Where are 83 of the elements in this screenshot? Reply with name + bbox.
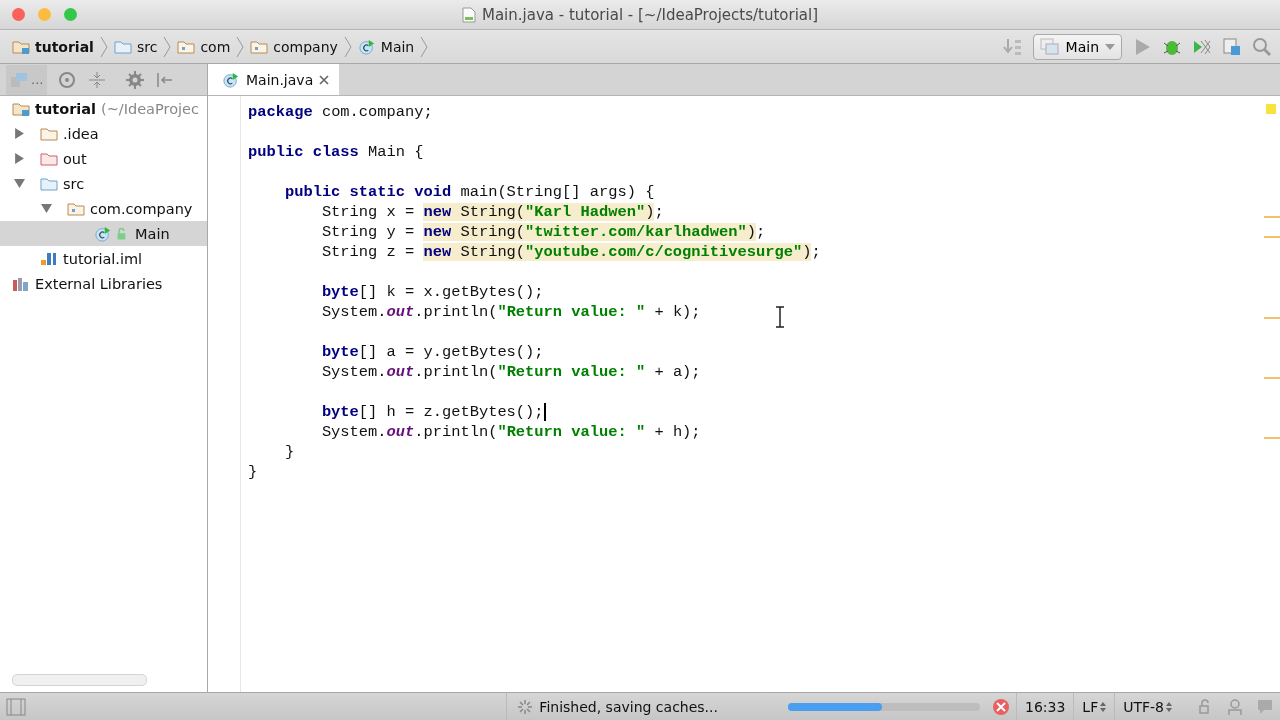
library-icon — [12, 275, 30, 292]
tree-item[interactable]: src — [0, 171, 207, 196]
code-line: System.out.println("Return value: " + k); — [320, 302, 701, 322]
collapse-arrow-icon[interactable] — [41, 203, 52, 214]
code-line: public static void main(String[] args) { — [283, 182, 655, 202]
target-icon[interactable] — [57, 69, 78, 90]
caret-position[interactable]: 16:33 — [1015, 693, 1074, 720]
scrollbar[interactable] — [12, 674, 147, 686]
project-structure-icon[interactable] — [1222, 36, 1242, 57]
module-file-icon — [40, 250, 58, 267]
status-message: Finished, saving caches... — [539, 698, 718, 715]
chevron-icon — [236, 35, 245, 58]
close-icon[interactable] — [319, 74, 330, 85]
code-line: package com.company; — [248, 102, 433, 122]
tree-item[interactable]: tutorial (~/IdeaProjec — [0, 96, 207, 121]
folder-icon — [40, 125, 58, 142]
code-line: } — [248, 462, 258, 482]
code-line: } — [283, 442, 295, 462]
view-selector[interactable]: ... — [6, 64, 48, 95]
code-line: System.out.println("Return value: " + a); — [320, 362, 701, 382]
tree-item[interactable]: .idea — [0, 121, 207, 146]
code-line: String x = new String("Karl Hadwen"); — [320, 202, 664, 222]
tree-item[interactable]: out — [0, 146, 207, 171]
code-line: byte[] a = y.getBytes(); — [320, 342, 544, 362]
updown-arrows-icon[interactable] — [1166, 701, 1172, 712]
code-line: String y = new String("twitter.com/karlhadwen"); — [320, 222, 766, 242]
package-folder-icon — [177, 38, 196, 55]
code-line: byte[] h = z.getBytes(); — [320, 402, 546, 422]
class-icon — [222, 71, 240, 88]
class-icon — [357, 38, 376, 55]
editor-tab[interactable]: Main.java — [208, 64, 340, 95]
chevron-icon — [420, 35, 429, 58]
collapse-all-icon[interactable] — [87, 69, 108, 90]
module-folder-icon — [12, 100, 30, 117]
text-cursor-icon — [775, 306, 785, 328]
folder-icon — [113, 38, 132, 55]
tree-item[interactable]: tutorial.iml — [0, 246, 207, 271]
breadcrumb[interactable]: tutorial — [10, 38, 96, 55]
expand-arrow-icon[interactable] — [14, 128, 25, 139]
code-line: public class Main { — [248, 142, 424, 162]
encoding-selector[interactable]: UTF-8 — [1123, 698, 1164, 715]
spinner-icon — [517, 698, 534, 715]
settings-icon[interactable] — [125, 69, 146, 90]
notification-balloon-icon[interactable] — [1256, 697, 1274, 716]
tool-windows-icon[interactable] — [6, 697, 26, 716]
sort-icon[interactable] — [1002, 36, 1023, 57]
chevron-icon — [343, 35, 352, 58]
search-icon[interactable] — [1252, 36, 1272, 57]
tree-item[interactable]: External Libraries — [0, 271, 207, 296]
class-icon — [94, 225, 112, 242]
run-configuration-dropdown[interactable]: Main — [1032, 33, 1122, 60]
close-button[interactable] — [12, 8, 25, 21]
folder-icon — [40, 150, 58, 167]
tree-item[interactable]: Main — [0, 221, 207, 246]
project-path: (~/IdeaProjec — [101, 100, 199, 117]
module-folder-icon — [12, 38, 30, 55]
expand-arrow-icon[interactable] — [14, 153, 25, 164]
line-separator-selector[interactable]: LF — [1082, 698, 1099, 715]
code-line: String z = new String("youtube.com/c/cognitivesurge"); — [320, 242, 821, 262]
breadcrumb[interactable]: com — [175, 38, 233, 55]
package-folder-icon — [250, 38, 269, 55]
code-line: System.out.println("Return value: " + h); — [320, 422, 701, 442]
breadcrumb[interactable]: Main — [355, 38, 417, 55]
breadcrumb[interactable]: src — [111, 38, 160, 55]
window-title: Main.java - tutorial - [~/IdeaProjects/tutorial] — [481, 5, 819, 24]
java-file-icon — [461, 6, 476, 23]
cancel-icon[interactable] — [991, 697, 1010, 716]
updown-arrows-icon[interactable] — [1100, 701, 1107, 712]
dropdown-caret-icon — [1105, 43, 1115, 50]
windows-icon — [10, 71, 28, 88]
package-folder-icon — [67, 200, 85, 217]
tree-item[interactable]: com.company — [0, 196, 207, 221]
zoom-button[interactable] — [64, 8, 77, 21]
collapse-arrow-icon[interactable] — [14, 178, 25, 189]
chevron-icon — [99, 35, 108, 58]
breadcrumb[interactable]: company — [248, 38, 340, 55]
minimize-button[interactable] — [38, 8, 51, 21]
warning-marker[interactable] — [1266, 104, 1276, 114]
inspector-icon[interactable] — [1226, 697, 1244, 716]
chevron-icon — [163, 35, 172, 58]
folder-icon — [40, 175, 58, 192]
run-configuration-icon — [1039, 37, 1060, 56]
code-line: byte[] k = x.getBytes(); — [320, 282, 544, 302]
